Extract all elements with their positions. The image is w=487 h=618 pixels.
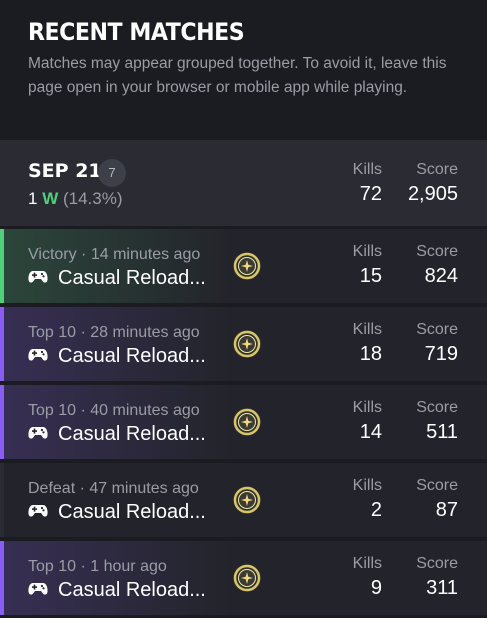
result-accent-bar [0,463,4,537]
result-glow [0,229,230,303]
match-row[interactable]: Top 10 · 40 minutes ago Casual Reload...… [0,385,487,459]
score-label: Score [416,243,458,260]
win-percentage: (14.3%) [62,189,123,208]
gamepad-icon [28,505,48,517]
day-record: 1 W (14.3%) [28,189,123,209]
kills-label: Kills [352,399,382,416]
match-mode: Casual Reload... [28,579,206,602]
match-meta: Victory · 14 minutes ago [28,246,201,263]
gamepad-icon [28,583,48,595]
match-mode: Casual Reload... [28,267,206,290]
match-mode: Casual Reload... [28,501,206,524]
gamepad-icon [28,427,48,439]
match-mode: Casual Reload... [28,345,206,368]
result-glow [0,385,230,459]
match-row[interactable]: Top 10 · 1 hour ago Casual Reload... Kil… [0,541,487,615]
match-meta: Top 10 · 40 minutes ago [28,402,200,419]
game-mode-label: Casual Reload... [58,579,206,601]
game-mode-label: Casual Reload... [58,267,206,289]
result-accent-bar [0,541,4,615]
day-kills-label: Kills [352,161,382,178]
result-glow [0,307,230,381]
score-value: 87 [435,499,458,521]
medal-icon [233,486,261,514]
match-meta: Top 10 · 1 hour ago [28,558,167,575]
result-glow [0,541,230,615]
match-meta: Defeat · 47 minutes ago [28,480,199,497]
kills-label: Kills [352,555,382,572]
gamepad-icon [28,271,48,283]
kills-label: Kills [352,477,382,494]
result-accent-bar [0,229,4,303]
match-row[interactable]: Victory · 14 minutes ago Casual Reload..… [0,229,487,303]
kills-value: 18 [359,343,382,365]
match-meta: Top 10 · 28 minutes ago [28,324,200,341]
kills-value: 15 [359,265,382,287]
kills-label: Kills [352,243,382,260]
day-date: SEP 21 [28,160,102,182]
result-accent-bar [0,307,4,381]
gamepad-icon [28,349,48,361]
score-label: Score [416,555,458,572]
medal-icon [233,252,261,280]
kills-value: 14 [359,421,382,443]
medal-icon [233,408,261,436]
game-mode-label: Casual Reload... [58,345,206,367]
score-value: 719 [424,343,458,365]
kills-value: 9 [370,577,382,599]
match-mode: Casual Reload... [28,423,206,446]
game-mode-label: Casual Reload... [58,501,206,523]
score-label: Score [416,477,458,494]
day-kills-value: 72 [359,183,382,205]
wins-suffix: W [42,189,59,208]
day-score-value: 2,905 [407,183,458,205]
match-row[interactable]: Defeat · 47 minutes ago Casual Reload...… [0,463,487,537]
page-subtitle: Matches may appear grouped together. To … [28,55,447,96]
medal-icon [233,330,261,358]
score-value: 511 [426,421,458,443]
wins-count: 1 [28,189,38,208]
game-mode-label: Casual Reload... [58,423,206,445]
recent-matches-header: RECENT MATCHES Matches may appear groupe… [0,0,487,140]
medal-icon [233,564,261,592]
day-score-label: Score [416,161,458,178]
score-label: Score [416,399,458,416]
kills-value: 2 [370,499,382,521]
result-accent-bar [0,385,4,459]
score-label: Score [416,321,458,338]
score-value: 311 [426,577,458,599]
match-count-badge: 7 [98,159,126,187]
kills-label: Kills [352,321,382,338]
match-row[interactable]: Top 10 · 28 minutes ago Casual Reload...… [0,307,487,381]
page-title: RECENT MATCHES [28,18,245,46]
score-value: 824 [424,265,458,287]
